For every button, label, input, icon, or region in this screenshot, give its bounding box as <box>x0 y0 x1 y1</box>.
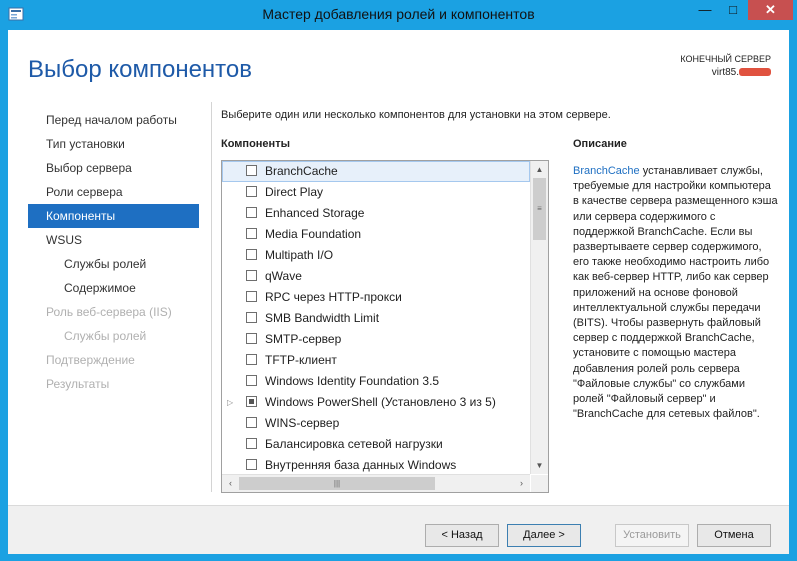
component-checkbox[interactable] <box>246 459 257 470</box>
vertical-scrollbar[interactable]: ▲ ≡ ▼ <box>530 161 548 474</box>
component-checkbox[interactable] <box>246 312 257 323</box>
component-checkbox[interactable] <box>246 354 257 365</box>
window-title: Мастер добавления ролей и компонентов <box>262 6 535 22</box>
wizard-window: Мастер добавления ролей и компонентов — … <box>0 0 797 561</box>
page-title: Выбор компонентов <box>28 56 253 83</box>
wizard-footer: < Назад Далее > Установить Отмена <box>8 505 789 554</box>
component-row[interactable]: Direct Play <box>222 182 530 203</box>
nav-step-10: Подтверждение <box>46 353 135 367</box>
component-row[interactable]: RPC через HTTP-прокси <box>222 287 530 308</box>
close-button[interactable]: ✕ <box>748 0 793 20</box>
component-label: SMB Bandwidth Limit <box>265 311 380 325</box>
scroll-corner <box>531 475 548 492</box>
back-button[interactable]: < Назад <box>425 524 499 547</box>
minimize-button[interactable]: — <box>692 0 718 20</box>
nav-step-8: Роль веб-сервера (IIS) <box>46 305 172 319</box>
scroll-up-arrow-icon[interactable]: ▲ <box>531 161 548 178</box>
destination-label: КОНЕЧНЫЙ СЕРВЕР <box>680 54 771 64</box>
nav-step-3[interactable]: Роли сервера <box>28 180 199 204</box>
nav-step-1[interactable]: Тип установки <box>28 132 199 156</box>
component-row[interactable]: qWave <box>222 266 530 287</box>
component-checkbox[interactable] <box>246 396 257 407</box>
instruction-text: Выберите один или несколько компонентов … <box>221 109 611 121</box>
vertical-scroll-thumb[interactable]: ≡ <box>533 178 546 240</box>
wizard-body: Выбор компонентов КОНЕЧНЫЙ СЕРВЕР virt85… <box>8 30 789 554</box>
components-list: BranchCache Direct Play Enhanced Storage Me… <box>221 160 549 493</box>
horizontal-scrollbar[interactable]: ‹ ||| › <box>222 474 530 492</box>
description-link[interactable]: BranchCache <box>573 165 640 177</box>
component-row[interactable]: Enhanced Storage <box>222 203 530 224</box>
component-label: Балансировка сетевой нагрузки <box>265 437 443 451</box>
component-row[interactable]: ▷ Windows PowerShell (Установлено 3 из 5) <box>222 392 530 413</box>
component-checkbox[interactable] <box>246 228 257 239</box>
nav-step-9: Службы ролей <box>64 329 147 343</box>
component-row[interactable]: SMB Bandwidth Limit <box>222 308 530 329</box>
scroll-right-arrow-icon[interactable]: › <box>513 475 530 492</box>
nav-step-11: Результаты <box>46 377 110 391</box>
nav-step-5[interactable]: WSUS <box>28 228 199 252</box>
component-label: Enhanced Storage <box>265 206 365 220</box>
component-checkbox[interactable] <box>246 186 257 197</box>
component-checkbox[interactable] <box>246 438 257 449</box>
component-checkbox[interactable] <box>246 333 257 344</box>
nav-step-7[interactable]: Содержимое <box>28 276 199 300</box>
component-label: TFTP-клиент <box>265 353 337 367</box>
nav-step-2[interactable]: Выбор сервера <box>28 156 199 180</box>
description-text: устанавливает службы, требуемые для наст… <box>573 165 778 421</box>
component-checkbox[interactable] <box>246 417 257 428</box>
destination-server: КОНЕЧНЫЙ СЕРВЕР virt85. <box>680 52 771 80</box>
install-button: Установить <box>615 524 689 547</box>
component-checkbox[interactable] <box>246 375 257 386</box>
description-header: Описание <box>573 138 627 150</box>
description-panel: BranchCache устанавливает службы, требуе… <box>573 164 778 422</box>
component-label: Multipath I/O <box>265 248 334 262</box>
components-header: Компоненты <box>221 138 290 150</box>
nav-divider <box>211 102 212 492</box>
component-checkbox[interactable] <box>246 270 257 281</box>
nav-step-0[interactable]: Перед началом работы <box>28 108 199 132</box>
maximize-button[interactable]: □ <box>720 0 746 20</box>
cancel-button[interactable]: Отмена <box>697 524 771 547</box>
component-row[interactable]: BranchCache <box>222 161 530 182</box>
component-checkbox[interactable] <box>246 249 257 260</box>
component-checkbox[interactable] <box>246 207 257 218</box>
component-label: Внутренняя база данных Windows <box>265 458 457 472</box>
expand-arrow-icon[interactable]: ▷ <box>227 392 233 413</box>
component-row[interactable]: Балансировка сетевой нагрузки <box>222 434 530 455</box>
component-row[interactable]: Media Foundation <box>222 224 530 245</box>
component-label: Windows Identity Foundation 3.5 <box>265 374 440 388</box>
scroll-left-arrow-icon[interactable]: ‹ <box>222 475 239 492</box>
destination-server-name: virt85. <box>711 67 739 78</box>
component-row[interactable]: TFTP-клиент <box>222 350 530 371</box>
component-row[interactable]: Внутренняя база данных Windows <box>222 455 530 474</box>
component-row[interactable]: Windows Identity Foundation 3.5 <box>222 371 530 392</box>
wizard-steps-nav: Перед началом работы Тип установки Выбор с… <box>28 108 199 396</box>
component-label: BranchCache <box>265 164 338 178</box>
title-bar[interactable]: Мастер добавления ролей и компонентов — … <box>0 0 797 30</box>
component-row[interactable]: WINS-сервер <box>222 413 530 434</box>
scroll-down-arrow-icon[interactable]: ▼ <box>531 457 548 474</box>
component-checkbox[interactable] <box>246 165 257 176</box>
component-label: RPC через HTTP-прокси <box>265 290 402 304</box>
horizontal-scroll-thumb[interactable]: ||| <box>239 477 435 490</box>
redaction-mark <box>739 68 771 77</box>
component-checkbox[interactable] <box>246 291 257 302</box>
component-row[interactable]: SMTP-сервер <box>222 329 530 350</box>
nav-step-4[interactable]: Компоненты <box>28 204 199 228</box>
nav-step-6[interactable]: Службы ролей <box>28 252 199 276</box>
component-label: qWave <box>265 269 302 283</box>
component-label: WINS-сервер <box>265 416 340 430</box>
component-label: Direct Play <box>265 185 324 199</box>
component-label: Windows PowerShell (Установлено 3 из 5) <box>265 395 496 409</box>
components-rows: BranchCache Direct Play Enhanced Storage Me… <box>222 161 530 474</box>
next-button[interactable]: Далее > <box>507 524 581 547</box>
component-label: SMTP-сервер <box>265 332 342 346</box>
component-label: Media Foundation <box>265 227 362 241</box>
component-row[interactable]: Multipath I/O <box>222 245 530 266</box>
